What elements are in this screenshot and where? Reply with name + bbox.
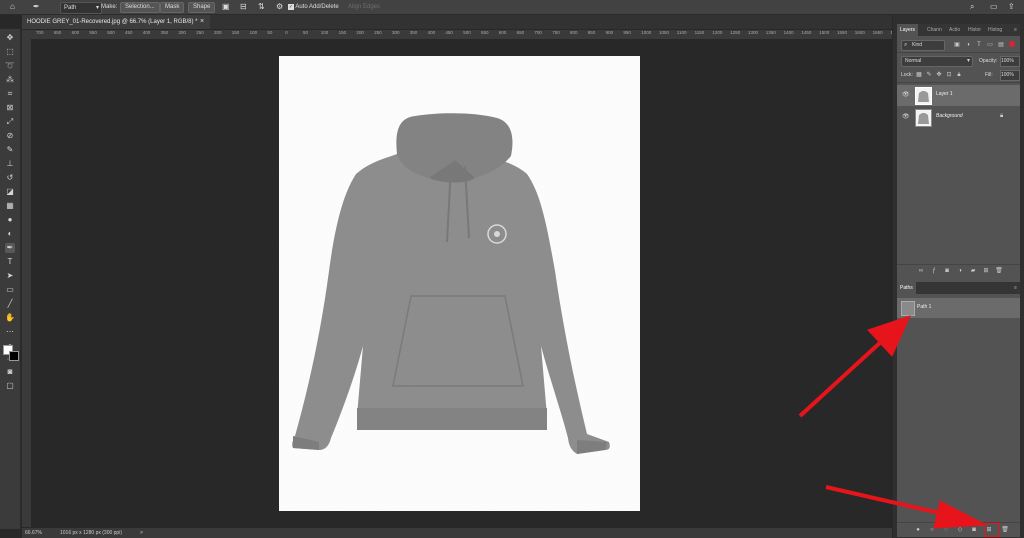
- annotation-arrowhead: [933, 500, 988, 529]
- annotation-arrow: [825, 485, 945, 516]
- annotation-overlay: [798, 315, 988, 529]
- annotation-arrow: [798, 338, 885, 418]
